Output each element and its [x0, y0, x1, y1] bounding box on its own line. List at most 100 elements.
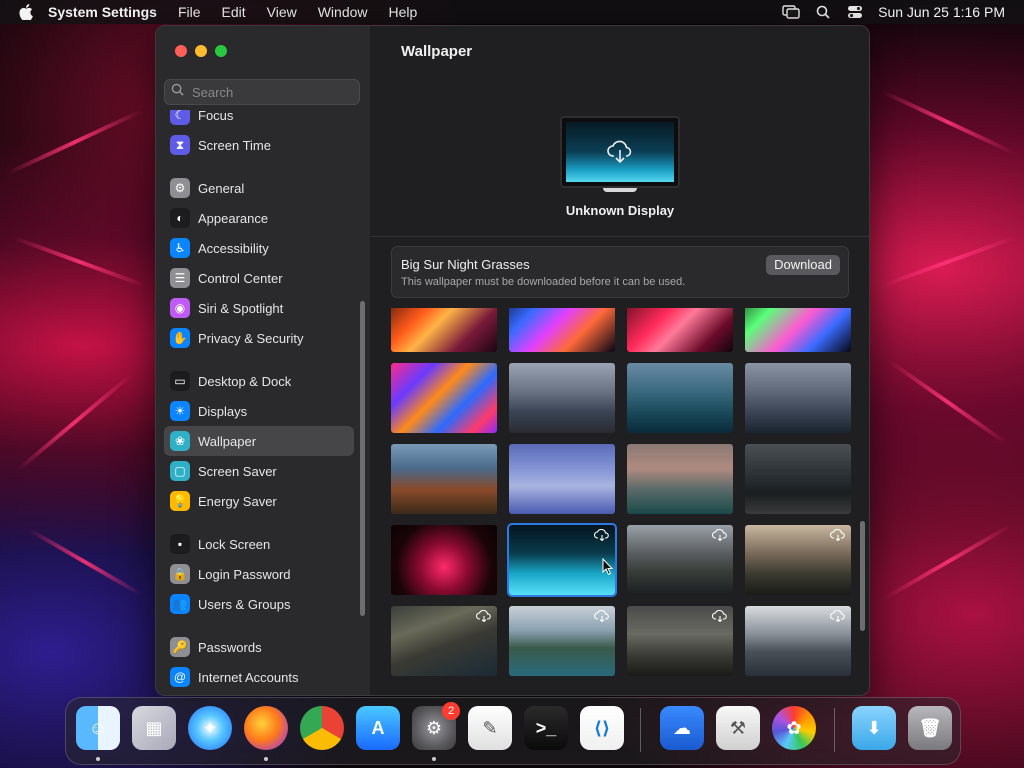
sidebar-item-label: Users & Groups: [198, 596, 291, 612]
search-input[interactable]: [190, 83, 354, 101]
wallpaper-thumbnail-cliffs-sunset[interactable]: [745, 525, 851, 595]
download-button[interactable]: Download: [766, 255, 840, 275]
sidebar-item-control-center[interactable]: ☰ Control Center: [164, 263, 354, 293]
screen-mirroring-icon[interactable]: [782, 4, 800, 20]
sidebar-item-privacy-security[interactable]: ✋ Privacy & Security: [164, 323, 354, 353]
moon-icon: ☾: [170, 110, 190, 125]
sidebar: ☾ Focus ⧗ Screen Time ⚙ General ◐ Appearance ♿ Ac…: [156, 26, 371, 695]
sidebar-item-internet-accounts[interactable]: @ Internet Accounts: [164, 662, 354, 692]
dock-glyph: ⚒: [729, 717, 747, 738]
wallpaper-thumbnail-macbook-pro-orange[interactable]: [391, 308, 497, 352]
dock-glyph: ⚙: [425, 717, 443, 738]
downloads-folder-icon[interactable]: ⬇: [852, 706, 896, 750]
menu-view[interactable]: View: [267, 4, 297, 20]
terminal-icon[interactable]: >_: [524, 706, 568, 750]
wallpaper-streak: [883, 524, 1012, 600]
wallpaper-thumbnail-mountain-road[interactable]: [745, 444, 851, 514]
sidebar-item-desktop-dock[interactable]: ▭ Desktop & Dock: [164, 366, 354, 396]
firefox-icon[interactable]: [244, 706, 288, 750]
textedit-icon[interactable]: ✎: [468, 706, 512, 750]
archive-utility-icon[interactable]: ⚒: [716, 706, 760, 750]
wallpaper-thumbnail-island-clouds[interactable]: [745, 606, 851, 676]
wallpaper-thumbnail-coast-green[interactable]: [509, 606, 615, 676]
menu-edit[interactable]: Edit: [222, 4, 246, 20]
spotlight-search-icon[interactable]: [814, 4, 832, 20]
sidebar-scrollbar[interactable]: [360, 301, 365, 616]
sidebar-item-energy-saver[interactable]: 💡 Energy Saver: [164, 486, 354, 516]
wallpaper-thumbnail-calm-sea-dusk[interactable]: [627, 606, 733, 676]
wallpaper-thumbnail-catalina-island[interactable]: [627, 363, 733, 433]
key-icon: 🔑: [170, 637, 190, 657]
wallpaper-thumbnail-misty-mountains[interactable]: [509, 363, 615, 433]
vscode-icon[interactable]: ⟨⟩: [580, 706, 624, 750]
notification-badge: 2: [442, 702, 460, 720]
sidebar-item-login-password[interactable]: 🔒 Login Password: [164, 559, 354, 589]
wallpaper-thumbnail-rocks-in-sea[interactable]: [745, 363, 851, 433]
display-thumbnail[interactable]: [560, 116, 680, 188]
menu-help[interactable]: Help: [389, 4, 418, 20]
accessibility-icon: ♿: [170, 238, 190, 258]
finder-icon[interactable]: ☺: [76, 706, 120, 750]
launchpad-icon[interactable]: ▦: [132, 706, 176, 750]
dock-glyph: ✎: [482, 717, 498, 738]
dock-glyph: ⬇: [866, 717, 882, 738]
sidebar-item-label: Control Center: [198, 270, 283, 286]
apple-menu-icon[interactable]: [18, 4, 34, 20]
sidebar-item-wallpaper[interactable]: ❀ Wallpaper: [164, 426, 354, 456]
sidebar-item-appearance[interactable]: ◐ Appearance: [164, 203, 354, 233]
sidebar-item-focus[interactable]: ☾ Focus: [164, 110, 354, 130]
at-icon: @: [170, 667, 190, 687]
sidebar-item-screen-time[interactable]: ⧗ Screen Time: [164, 130, 354, 160]
wallpaper-thumbnail-cliffs-dusk[interactable]: [627, 525, 733, 595]
sidebar-item-general[interactable]: ⚙ General: [164, 173, 354, 203]
search-field[interactable]: [164, 79, 360, 105]
weather-icon[interactable]: ☁: [660, 706, 704, 750]
wallpaper-grid-scrollbar[interactable]: [860, 521, 865, 631]
wallpaper-thumbnail-memphis-pattern[interactable]: [391, 363, 497, 433]
wallpaper-thumbnail-rocky-shore[interactable]: [627, 444, 733, 514]
wallpaper-thumbnail-coastal-cliffs[interactable]: [391, 444, 497, 514]
photos-icon[interactable]: ✿: [772, 706, 816, 750]
system-settings-icon[interactable]: ⚙ 2: [412, 702, 460, 750]
wallpaper-thumbnail-striped-rocks[interactable]: [391, 606, 497, 676]
control-center-icon[interactable]: [846, 4, 864, 20]
sidebar-item-passwords[interactable]: 🔑 Passwords: [164, 632, 354, 662]
menu-clock[interactable]: Sun Jun 25 1:16 PM: [878, 4, 1005, 20]
app-store-icon[interactable]: A: [356, 706, 400, 750]
zoom-window-button[interactable]: [215, 45, 227, 57]
wallpaper-thumbnail-macbook-pro-green[interactable]: [745, 308, 851, 352]
wallpaper-thumbnail-macbook-pro-red[interactable]: [627, 308, 733, 352]
dock-glyph: ▦: [145, 717, 163, 738]
wallpaper-streak: [880, 89, 1015, 155]
sidebar-item-label: Privacy & Security: [198, 330, 304, 346]
sidebar-item-displays[interactable]: ☀ Displays: [164, 396, 354, 426]
close-window-button[interactable]: [175, 45, 187, 57]
wallpaper-grid: [391, 308, 853, 695]
running-indicator: [96, 757, 100, 761]
dock-glyph: ✿: [786, 717, 802, 738]
page-title: Wallpaper: [401, 43, 473, 60]
sidebar-item-users-groups[interactable]: 👥 Users & Groups: [164, 589, 354, 619]
safari-icon[interactable]: ✦: [188, 706, 232, 750]
wallpaper-thumbnail-macbook-pro-purple[interactable]: [509, 308, 615, 352]
menu-file[interactable]: File: [178, 4, 201, 20]
sidebar-item-screen-saver[interactable]: ▢ Screen Saver: [164, 456, 354, 486]
dock-icon: ▭: [170, 371, 190, 391]
wallpaper-thumbnail-night-grasses-red[interactable]: [391, 525, 497, 595]
sidebar-item-label: Login Password: [198, 566, 291, 582]
menu-window[interactable]: Window: [318, 4, 368, 20]
minimize-window-button[interactable]: [195, 45, 207, 57]
sidebar-item-lock-screen[interactable]: ▪ Lock Screen: [164, 529, 354, 559]
sidebar-item-label: Focus: [198, 110, 234, 123]
chrome-icon[interactable]: [300, 706, 344, 750]
menu-app-name[interactable]: System Settings: [48, 4, 157, 20]
trash-icon[interactable]: 🗑: [908, 706, 952, 750]
sidebar-item-siri-spotlight[interactable]: ◉ Siri & Spotlight: [164, 293, 354, 323]
wallpaper-thumbnail-night-grasses-blue[interactable]: [507, 523, 617, 597]
wallpaper-thumbnail-sea-stack-blue[interactable]: [509, 444, 615, 514]
download-cloud-icon: [607, 140, 632, 164]
sidebar-item-accessibility[interactable]: ♿ Accessibility: [164, 233, 354, 263]
